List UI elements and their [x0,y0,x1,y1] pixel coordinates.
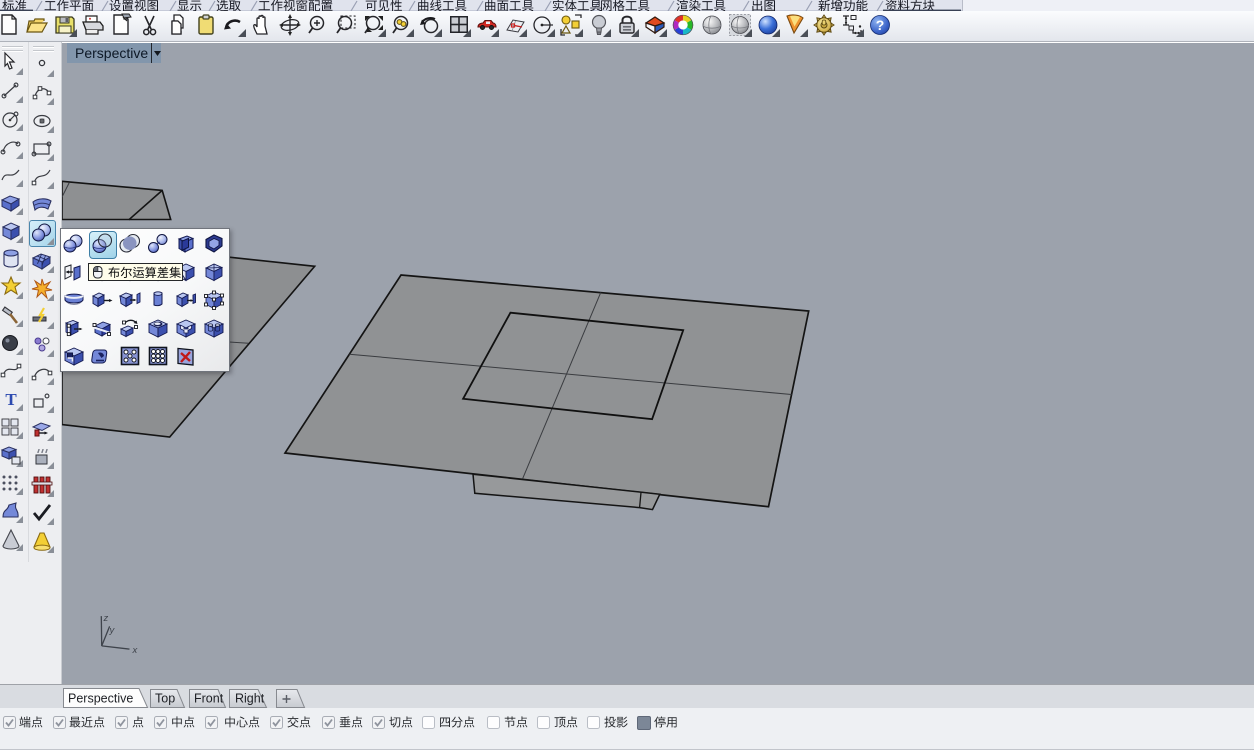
svg-text:?: ? [876,17,885,33]
svg-text:x: x [132,645,139,656]
svg-text:z: z [103,613,109,624]
svg-text:y: y [109,625,116,636]
svg-text:Front: Front [194,692,224,706]
svg-text:Top: Top [155,692,175,706]
svg-text:Right: Right [235,692,265,706]
svg-text:Perspective: Perspective [68,692,133,706]
svg-text:T: T [5,390,17,409]
